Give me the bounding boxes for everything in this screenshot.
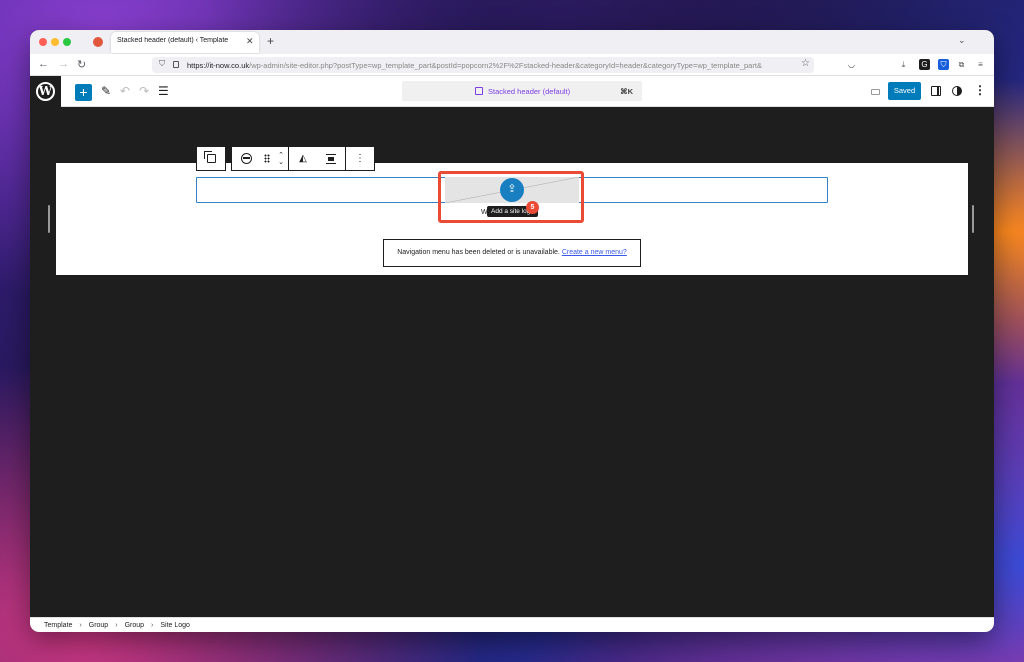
justify-button[interactable] bbox=[317, 147, 345, 170]
block-type-button[interactable] bbox=[232, 147, 260, 170]
canvas-resize-handle-right[interactable] bbox=[972, 205, 974, 233]
tab-strip: Stacked header (default) ‹ Template ✕ + … bbox=[30, 30, 994, 54]
chevron-right-icon: › bbox=[115, 621, 118, 629]
save-button[interactable]: Saved bbox=[888, 82, 921, 100]
new-tab-button[interactable]: + bbox=[267, 34, 274, 48]
breadcrumb-item-template[interactable]: Template bbox=[44, 622, 72, 629]
hamburger-menu-icon[interactable]: ≡ bbox=[975, 59, 986, 70]
command-shortcut: ⌘K bbox=[620, 87, 633, 96]
editor-header: W + ✎ ↶ ↷ ☰ Stacked header (default) ⌘K … bbox=[30, 76, 994, 107]
more-options-icon[interactable]: ⋮ bbox=[974, 83, 986, 97]
toolbar-group-block: ⌃ ⌄ ◭ ⋮ bbox=[231, 146, 375, 171]
breadcrumb-item-group-inner[interactable]: Group bbox=[125, 622, 144, 629]
toolbar-group-parent bbox=[196, 146, 226, 171]
block-options-button[interactable]: ⋮ bbox=[346, 147, 374, 170]
wordpress-logo-icon: W bbox=[36, 82, 55, 101]
select-parent-button[interactable] bbox=[197, 147, 225, 170]
more-vertical-icon: ⋮ bbox=[355, 153, 365, 164]
breadcrumb-item-group[interactable]: Group bbox=[89, 622, 108, 629]
settings-sidebar-icon[interactable] bbox=[931, 86, 941, 96]
move-buttons[interactable]: ⌃ ⌄ bbox=[274, 147, 288, 170]
forward-arrow-icon[interactable]: → bbox=[58, 58, 69, 70]
tab-title: Stacked header (default) ‹ Template bbox=[117, 37, 229, 44]
window-minimize-button[interactable] bbox=[51, 38, 59, 46]
breadcrumb: Template › Group › Group › Site Logo bbox=[30, 617, 994, 632]
pocket-icon[interactable]: ◡ bbox=[846, 59, 857, 70]
wordpress-logo-button[interactable]: W bbox=[30, 76, 61, 107]
alignment-button[interactable]: ◭ bbox=[289, 147, 317, 170]
navigation-warning-text: Navigation menu has been deleted or is u… bbox=[397, 249, 560, 256]
chevron-right-icon: › bbox=[79, 621, 82, 629]
editor-canvas: ⇪ W Add a site logo 5 Navigation menu ha… bbox=[30, 107, 994, 617]
drag-handle-icon bbox=[264, 154, 270, 163]
align-triangle-icon: ◭ bbox=[299, 153, 307, 164]
address-bar[interactable]: ⛉ https://it-now.co.uk/wp-admin/site-edi… bbox=[152, 57, 814, 73]
bookmark-star-icon[interactable]: ☆ bbox=[801, 58, 810, 69]
browser-tab-active[interactable]: Stacked header (default) ‹ Template ✕ bbox=[111, 32, 259, 53]
block-toolbar: ⌃ ⌄ ◭ ⋮ bbox=[196, 146, 375, 171]
move-up-down-icon: ⌃ ⌄ bbox=[278, 151, 284, 166]
browser-window: Stacked header (default) ‹ Template ✕ + … bbox=[30, 30, 994, 632]
navigation-warning: Navigation menu has been deleted or is u… bbox=[383, 239, 641, 267]
lock-icon[interactable] bbox=[173, 61, 179, 68]
device-preview-icon[interactable] bbox=[871, 89, 880, 95]
chevron-down-icon[interactable]: ⌄ bbox=[958, 35, 966, 46]
url-text[interactable]: https://it-now.co.uk/wp-admin/site-edito… bbox=[187, 61, 797, 70]
document-title: Stacked header (default) bbox=[488, 87, 571, 96]
back-arrow-icon[interactable]: ← bbox=[38, 58, 49, 70]
site-logo-icon bbox=[240, 153, 252, 164]
redo-icon[interactable]: ↷ bbox=[139, 84, 149, 98]
bitwarden-extension-icon[interactable]: ⛉ bbox=[938, 59, 949, 70]
edit-pencil-icon[interactable]: ✎ bbox=[101, 84, 111, 98]
command-palette-button[interactable]: Stacked header (default) ⌘K bbox=[402, 81, 642, 101]
canvas-resize-handle-left[interactable] bbox=[48, 205, 50, 233]
template-part-header[interactable]: ⇪ W Add a site logo 5 Navigation menu ha… bbox=[56, 163, 968, 275]
styles-half-circle-icon[interactable] bbox=[952, 86, 962, 96]
window-zoom-button[interactable] bbox=[63, 38, 71, 46]
breadcrumb-item-site-logo[interactable]: Site Logo bbox=[160, 622, 190, 629]
template-part-icon bbox=[475, 87, 483, 95]
reload-icon[interactable]: ↻ bbox=[77, 58, 86, 71]
list-view-icon[interactable]: ☰ bbox=[158, 84, 169, 98]
align-center-icon bbox=[326, 153, 336, 164]
create-menu-link[interactable]: Create a new menu? bbox=[562, 249, 627, 256]
grammarly-extension-icon[interactable]: G bbox=[919, 59, 930, 70]
download-icon[interactable]: ⤓ bbox=[898, 59, 909, 70]
undo-icon[interactable]: ↶ bbox=[120, 84, 130, 98]
tab-close-icon[interactable]: ✕ bbox=[246, 36, 254, 47]
browser-toolbar: ← → ↻ ⛉ https://it-now.co.uk/wp-admin/si… bbox=[30, 54, 994, 76]
annotation-highlight-box bbox=[438, 171, 584, 223]
extensions-puzzle-icon[interactable]: ⧉ bbox=[956, 59, 967, 70]
window-close-button[interactable] bbox=[39, 38, 47, 46]
firefox-view-icon[interactable] bbox=[93, 37, 103, 47]
chevron-right-icon: › bbox=[151, 621, 154, 629]
select-parent-icon bbox=[203, 151, 216, 163]
shield-icon[interactable]: ⛉ bbox=[159, 59, 165, 69]
drag-handle[interactable] bbox=[260, 147, 274, 170]
block-inserter-button[interactable]: + bbox=[75, 84, 92, 101]
